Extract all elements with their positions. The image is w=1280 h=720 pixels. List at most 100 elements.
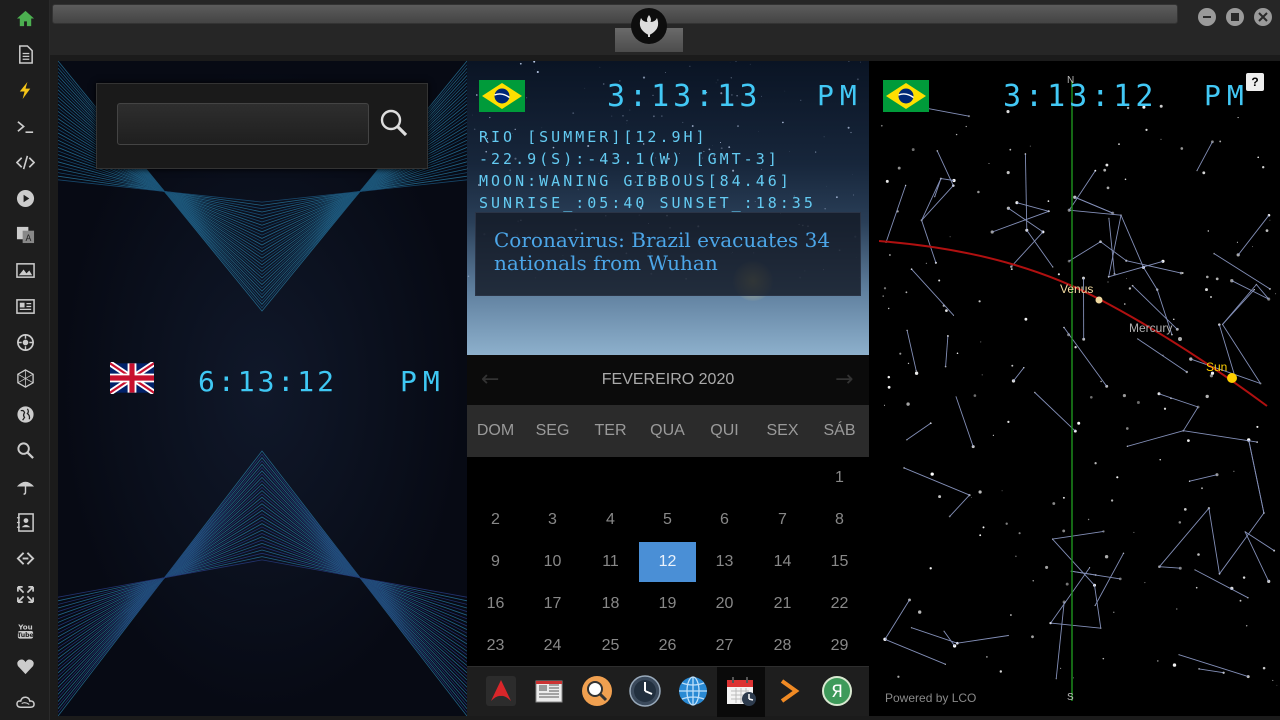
calendar-day[interactable]: 27	[696, 626, 753, 666]
lightning-icon[interactable]	[13, 78, 37, 102]
browser-app-icon[interactable]	[675, 673, 711, 709]
uk-clock-ampm: PM	[400, 365, 446, 398]
calendar-day[interactable]: 16	[467, 584, 524, 624]
sun-marker[interactable]	[1227, 373, 1237, 383]
newspaper-app-icon[interactable]	[531, 673, 567, 709]
calendar-day[interactable]: 22	[811, 584, 868, 624]
heart-icon[interactable]	[13, 654, 37, 678]
calendar-day[interactable]: 26	[639, 626, 696, 666]
calendar-day[interactable]: 3	[524, 500, 581, 540]
weekday-label: QUA	[650, 422, 685, 439]
calendar-day[interactable]: 29	[811, 626, 868, 666]
calendar-day-today[interactable]: 12	[639, 542, 696, 582]
calendar-day[interactable]: 17	[524, 584, 581, 624]
contacts-icon[interactable]	[13, 510, 37, 534]
venus-marker[interactable]	[1095, 296, 1103, 304]
calendar-day[interactable]: 25	[582, 626, 639, 666]
mercury-marker[interactable]	[1178, 337, 1182, 341]
dashboard: 6:13:12 PM 3:13:13 PM RIO [SUMMER][12.9H…	[58, 61, 1280, 717]
search-app-icon[interactable]	[579, 673, 615, 709]
south-label: S	[1067, 692, 1074, 703]
umbrella-icon[interactable]	[13, 474, 37, 498]
calendar-day[interactable]: 10	[524, 542, 581, 582]
svg-text:Tube: Tube	[17, 632, 34, 639]
arch-app-icon[interactable]	[483, 673, 519, 709]
calendar-day[interactable]: 8	[811, 500, 868, 540]
calendar-day[interactable]: 19	[639, 584, 696, 624]
link-icon[interactable]	[13, 546, 37, 570]
weekday-label: SÁB	[823, 422, 856, 439]
close-button[interactable]	[1254, 8, 1272, 26]
settings-cog-icon[interactable]	[13, 330, 37, 354]
world-clock-panel: 6:13:12 PM	[58, 61, 467, 716]
yandex-label: Я	[831, 682, 843, 702]
weekday-label: DOM	[476, 422, 515, 439]
document-icon[interactable]	[13, 42, 37, 66]
svg-text:A: A	[25, 234, 31, 244]
calendar-day[interactable]: 4	[582, 500, 639, 540]
calendar-day[interactable]: 21	[754, 584, 811, 624]
app-dock: Я	[467, 666, 869, 717]
calendar-app-icon[interactable]	[723, 673, 759, 709]
calendar-day[interactable]: 5	[639, 500, 696, 540]
season-info: RIO [SUMMER][12.9H]	[479, 128, 708, 146]
sun-label: Sun	[1206, 360, 1228, 374]
image-icon[interactable]	[13, 258, 37, 282]
star-chart[interactable]	[879, 61, 1280, 716]
help-button[interactable]: ?	[1246, 73, 1264, 91]
news-ticker[interactable]: Coronavirus: Brazil evacuates 34 nationa…	[475, 212, 861, 296]
sky-clock-time: 3:13:12	[1003, 79, 1158, 114]
weekday-label: QUI	[710, 422, 739, 439]
calendar-day[interactable]: 13	[696, 542, 753, 582]
weekday-label: SEX	[766, 422, 799, 439]
calendar-day[interactable]: 6	[696, 500, 753, 540]
weather-header: 3:13:13 PM RIO [SUMMER][12.9H] -22.9(S):…	[467, 61, 869, 355]
calendar-day[interactable]: 23	[467, 626, 524, 666]
address-bar[interactable]	[52, 4, 1178, 24]
play-icon[interactable]	[13, 186, 37, 210]
calendar-day[interactable]: 2	[467, 500, 524, 540]
youtube-icon[interactable]: You Tube	[13, 618, 37, 642]
weekday-label: TER	[594, 422, 627, 439]
translate-icon[interactable]: A	[13, 222, 37, 246]
sidebar: A You Tube	[0, 0, 50, 720]
calendar-day[interactable]: 9	[467, 542, 524, 582]
calendar-day[interactable]: 14	[754, 542, 811, 582]
calendar-day[interactable]: 1	[811, 458, 868, 498]
calendar-day[interactable]: 18	[582, 584, 639, 624]
maximize-button[interactable]	[1226, 8, 1244, 26]
clock-app-icon[interactable]	[627, 673, 663, 709]
calendar-day[interactable]: 28	[754, 626, 811, 666]
rio-clock-ampm: PM	[817, 79, 863, 112]
calendar-day[interactable]: 20	[696, 584, 753, 624]
search-icon[interactable]	[13, 438, 37, 462]
weekday-label: SEG	[535, 422, 570, 439]
cloud-icon[interactable]	[13, 690, 37, 714]
calendar-day[interactable]: 11	[582, 542, 639, 582]
news-headline[interactable]: Coronavirus: Brazil evacuates 34 nationa…	[494, 229, 842, 275]
coordinates-info: -22.9(S):-43.1(W) [GMT-3]	[479, 150, 780, 168]
home-icon[interactable]	[13, 6, 37, 30]
globe-icon[interactable]	[13, 402, 37, 426]
calendar-day[interactable]: 15	[811, 542, 868, 582]
calendar-header: ← FEVEREIRO 2020 →	[467, 355, 869, 405]
terminal-app-icon[interactable]	[771, 673, 807, 709]
sky-clock-ampm: PM	[1204, 79, 1250, 112]
search-input[interactable]	[117, 103, 369, 145]
yandex-app-icon[interactable]: Я	[819, 673, 855, 709]
news-icon[interactable]	[13, 294, 37, 318]
magnifier-icon	[380, 109, 408, 137]
calendar-day[interactable]: 24	[524, 626, 581, 666]
calendar-day[interactable]: 7	[754, 500, 811, 540]
uk-clock-time: 6:13:12	[198, 365, 338, 398]
terminal-icon[interactable]	[13, 114, 37, 138]
uk-flag-icon	[108, 360, 156, 396]
code-icon[interactable]	[13, 150, 37, 174]
venus-label: Venus	[1060, 282, 1094, 296]
desktop: A You Tube 6:13:12 PM 3:13:13 PM RIO [SU…	[0, 0, 1280, 720]
next-month-button[interactable]: →	[835, 367, 853, 392]
minimize-button[interactable]	[1198, 8, 1216, 26]
hexagon-network-icon[interactable]	[13, 366, 37, 390]
search-button[interactable]	[377, 106, 411, 140]
expand-icon[interactable]	[13, 582, 37, 606]
